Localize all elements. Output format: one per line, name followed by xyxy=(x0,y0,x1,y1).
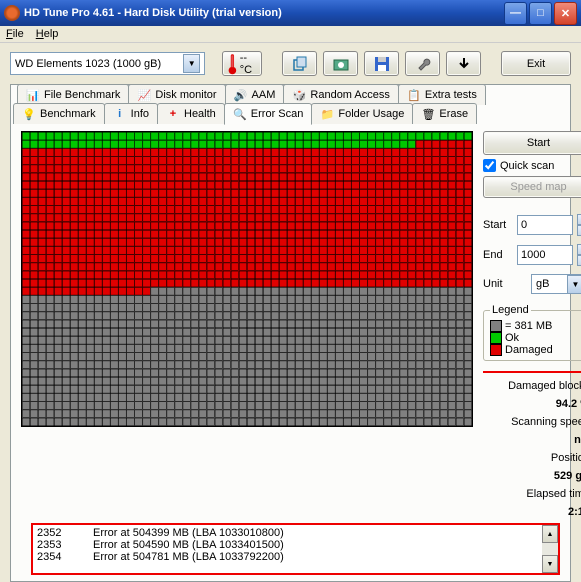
tab-health[interactable]: +Health xyxy=(157,103,225,124)
tab-row-1: 📊File Benchmark 📈Disk monitor 🔊AAM 🎲Rand… xyxy=(11,84,570,105)
trash-icon: 🗑 xyxy=(421,107,435,121)
quick-scan-checkbox[interactable]: Quick scan xyxy=(483,159,581,172)
position-value: 529 gB xyxy=(483,469,581,483)
health-icon: + xyxy=(166,107,180,121)
tab-disk-monitor[interactable]: 📈Disk monitor xyxy=(128,84,225,105)
chevron-down-icon: ▼ xyxy=(567,275,581,294)
temperature-button[interactable]: -- °C xyxy=(222,51,262,76)
start-spinner[interactable]: ▲▼ xyxy=(577,214,581,236)
copy-button[interactable] xyxy=(282,51,317,76)
position-label: Position xyxy=(483,451,581,465)
screenshot-button[interactable] xyxy=(323,51,358,76)
title-bar: HD Tune Pro 4.61 - Hard Disk Utility (tr… xyxy=(0,0,581,26)
tab-row-2: 💡Benchmark iInfo +Health 🔍Error Scan 📁Fo… xyxy=(11,103,570,124)
tab-extra-tests[interactable]: 📋Extra tests xyxy=(398,84,486,105)
info-icon: i xyxy=(113,107,127,121)
wrench-icon xyxy=(415,56,431,72)
options-button[interactable] xyxy=(405,51,440,76)
legend-ok: Ok xyxy=(490,332,581,344)
menu-file[interactable]: File xyxy=(6,28,24,40)
drive-select-value: WD Elements 1023 (1000 gB) xyxy=(15,58,161,70)
menu-help[interactable]: Help xyxy=(36,28,59,40)
window-title: HD Tune Pro 4.61 - Hard Disk Utility (tr… xyxy=(24,7,504,19)
error-row: 2354Error at 504781 MB (LBA 1033792200) xyxy=(37,551,538,563)
save-button[interactable] xyxy=(364,51,399,76)
damaged-label: Damaged blocks xyxy=(483,379,581,393)
minimize-button[interactable]: — xyxy=(504,2,527,25)
thermometer-icon xyxy=(227,53,238,75)
separator xyxy=(483,371,581,373)
end-spinner[interactable]: ▲▼ xyxy=(577,244,581,266)
copy-icon xyxy=(292,56,308,72)
random-icon: 🎲 xyxy=(292,88,306,102)
floppy-icon xyxy=(374,56,390,72)
error-row: 2353Error at 504590 MB (LBA 1033401500) xyxy=(37,539,538,551)
temperature-value: -- °C xyxy=(240,52,258,76)
speed-value: n/a xyxy=(483,433,581,447)
menu-bar: File Help xyxy=(0,26,581,43)
legend-damaged: Damaged xyxy=(490,344,581,356)
tab-file-benchmark[interactable]: 📊File Benchmark xyxy=(17,84,129,105)
folder-icon: 📁 xyxy=(320,107,334,121)
monitor-icon: 📈 xyxy=(137,88,151,102)
arrow-down-icon xyxy=(456,56,472,72)
close-button[interactable]: ✕ xyxy=(554,2,577,25)
error-row: 2352Error at 504399 MB (LBA 1033010800) xyxy=(37,527,538,539)
chevron-down-icon: ▼ xyxy=(183,54,200,73)
elapsed-label: Elapsed time xyxy=(483,487,581,501)
speed-map-button[interactable]: Speed map xyxy=(483,176,581,198)
tab-folder-usage[interactable]: 📁Folder Usage xyxy=(311,103,413,124)
error-list: 2352Error at 504399 MB (LBA 1033010800) … xyxy=(31,523,560,575)
legend-block: = 381 MB xyxy=(490,320,581,332)
magnifier-icon: 🔍 xyxy=(233,107,247,121)
speed-label: Scanning speed xyxy=(483,415,581,429)
main-toolbar: WD Elements 1023 (1000 gB) ▼ -- °C Exit xyxy=(0,43,581,80)
error-scrollbar[interactable]: ▲▼ xyxy=(542,525,558,573)
tab-benchmark[interactable]: 💡Benchmark xyxy=(13,103,105,124)
elapsed-value: 2:13 xyxy=(483,505,581,519)
download-button[interactable] xyxy=(446,51,481,76)
camera-icon xyxy=(333,56,349,72)
extra-icon: 📋 xyxy=(407,88,421,102)
scroll-up-icon[interactable]: ▲ xyxy=(542,525,558,543)
unit-select[interactable]: gB▼ xyxy=(531,274,581,294)
app-icon xyxy=(4,5,20,21)
scroll-down-icon[interactable]: ▼ xyxy=(542,555,558,573)
end-field: End 1000 ▲▼ xyxy=(483,244,581,266)
bulb-icon: 💡 xyxy=(22,107,36,121)
start-field: Start 0 ▲▼ xyxy=(483,214,581,236)
start-button[interactable]: Start xyxy=(483,131,581,155)
tab-aam[interactable]: 🔊AAM xyxy=(225,84,285,105)
file-benchmark-icon: 📊 xyxy=(26,88,40,102)
tab-container: 📊File Benchmark 📈Disk monitor 🔊AAM 🎲Rand… xyxy=(10,84,571,582)
speaker-icon: 🔊 xyxy=(234,88,248,102)
exit-button[interactable]: Exit xyxy=(501,51,571,76)
tab-erase[interactable]: 🗑Erase xyxy=(412,103,477,124)
start-input[interactable]: 0 xyxy=(517,215,573,235)
drive-select[interactable]: WD Elements 1023 (1000 gB) ▼ xyxy=(10,52,205,75)
error-rows: 2352Error at 504399 MB (LBA 1033010800) … xyxy=(33,525,542,573)
unit-field: Unit gB▼ xyxy=(483,274,581,294)
tab-error-scan[interactable]: 🔍Error Scan xyxy=(224,103,313,125)
scan-grid xyxy=(21,131,473,427)
legend-box: Legend = 381 MB Ok Damaged xyxy=(483,304,581,361)
end-input[interactable]: 1000 xyxy=(517,245,573,265)
damaged-value: 94.2 % xyxy=(483,397,581,411)
maximize-button[interactable]: □ xyxy=(529,2,552,25)
tab-random-access[interactable]: 🎲Random Access xyxy=(283,84,398,105)
tab-info[interactable]: iInfo xyxy=(104,103,158,124)
